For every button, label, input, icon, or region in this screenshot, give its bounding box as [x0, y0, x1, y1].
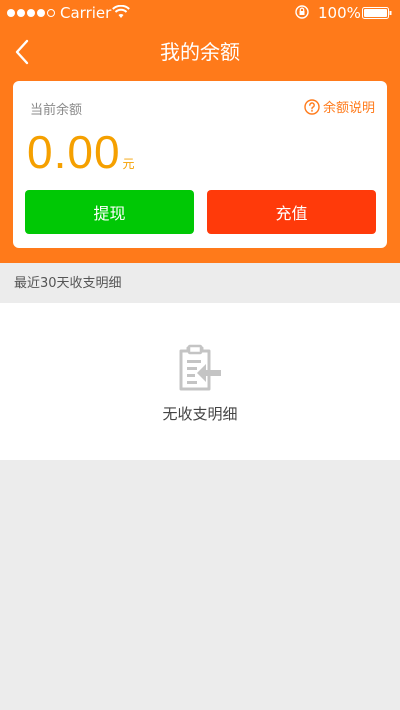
withdraw-button[interactable]: 提现	[25, 190, 194, 234]
balance-card: 当前余额 余额说明 0.00 元 提现 充值	[13, 81, 387, 248]
wifi-icon	[112, 5, 130, 18]
battery-percentage: 100%	[318, 4, 361, 22]
balance-screen: Carrier 100% 我的余额 当前余额 余额说明 0.00 元 提现 充值…	[0, 0, 400, 710]
lock-icon	[295, 5, 309, 19]
carrier-name: Carrier	[60, 4, 112, 22]
currency-unit: 元	[122, 157, 135, 171]
recharge-button[interactable]: 充值	[207, 190, 376, 234]
back-button[interactable]	[6, 36, 38, 68]
status-bar: Carrier 100%	[0, 0, 400, 26]
signal-strength-icon	[7, 9, 55, 17]
current-balance-label: 当前余额	[30, 103, 83, 118]
chevron-left-icon	[15, 39, 29, 65]
balance-amount: 0.00	[27, 126, 121, 178]
balance-help-label: 余额说明	[322, 101, 375, 116]
empty-state-message: 无收支明细	[162, 405, 238, 423]
battery-icon	[362, 7, 392, 19]
transactions-empty-state: 无收支明细	[0, 303, 400, 460]
clipboard-arrow-icon	[179, 344, 221, 391]
transactions-section-title: 最近30天收支明细	[0, 263, 400, 303]
question-circle-icon	[304, 98, 320, 115]
balance-amount-row: 0.00 元	[27, 125, 135, 179]
balance-help-link[interactable]: 余额说明	[304, 97, 375, 116]
